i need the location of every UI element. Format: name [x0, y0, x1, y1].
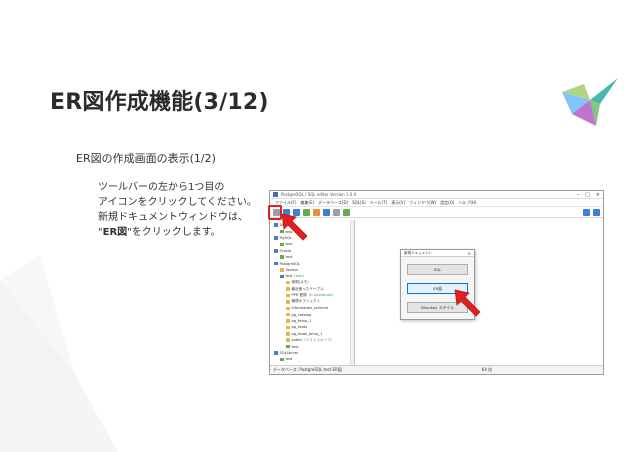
toolbar [270, 207, 603, 218]
tree-item-label: test [285, 274, 293, 279]
instruction-line: 新規ドキュメントウィンドウは、 [98, 212, 248, 223]
tree-item-label: 最近使ったテーブル [291, 286, 324, 291]
pointer-arrow-icon [281, 213, 308, 241]
tree-item-label: test [285, 242, 293, 247]
tree-item-label: information_schema [291, 306, 329, 311]
tree-item-label: pg_toast [291, 325, 307, 330]
db-icon [280, 274, 284, 279]
folder-icon [286, 280, 290, 285]
db-icon [274, 261, 278, 266]
instruction-tail: "をクリックします。 [127, 227, 221, 238]
section-subtitle: ER図の作成画面の表示(1/2) [76, 152, 216, 165]
brand-logo [562, 78, 618, 126]
tree-item-label: PPR 登録 [291, 292, 307, 297]
folder-icon [280, 268, 284, 272]
dialog-titlebar: 新規ドキュメント × [401, 250, 474, 257]
table-icon [286, 344, 290, 349]
db-icon [274, 249, 278, 253]
menu-database[interactable]: データベース(D) [318, 200, 348, 206]
db-icon [274, 351, 278, 355]
er-diagram-label: ER図 [102, 227, 128, 238]
tree-item-label: test [291, 344, 299, 349]
table-icon [280, 242, 284, 247]
menu-tools[interactable]: ツール(T) [370, 200, 388, 206]
tree-item-label: 管理オブジェクト [291, 299, 321, 304]
table-icon [280, 357, 284, 362]
menu-window[interactable]: ウィンドウ(W) [409, 200, 436, 206]
tree-item-label: pg_toast_temp_1 [291, 331, 323, 336]
tree-item-label: PostgreSQL [279, 261, 301, 266]
pointer-arrow-icon [454, 289, 481, 317]
window-titlebar: PostgreSQL / SQL editor Version 1.0.0 – … [270, 191, 603, 199]
menu-edit[interactable]: 編集(E) [300, 200, 314, 206]
watermark-shape [0, 255, 118, 452]
menu-sql[interactable]: SQL(S) [352, 200, 366, 205]
db-icon [274, 223, 278, 227]
menu-view[interactable]: 表示(V) [391, 200, 405, 206]
menu-help[interactable]: ヘルプ(H) [458, 200, 476, 206]
folder-icon [286, 325, 290, 330]
tree-item-label: pg_temp_1 [291, 319, 312, 324]
tree-item-label: Oracle [279, 248, 292, 253]
tree-item-note: (tl-ppsqlsutw) [308, 293, 334, 298]
dialog-close-icon[interactable]: × [468, 251, 471, 256]
folder-icon [286, 287, 290, 291]
table-icon [280, 255, 284, 259]
disconnect-icon[interactable] [333, 208, 340, 216]
instruction-text: ツールバーの左から1つ目の アイコンをクリックしてください。 新規ドキュメントウ… [98, 180, 257, 240]
page-title: ER図作成機能(3/12) [50, 90, 269, 115]
close-icon[interactable]: × [596, 192, 600, 198]
minimize-icon[interactable]: – [577, 192, 580, 198]
app-icon [273, 192, 278, 197]
stop-icon[interactable] [313, 208, 320, 216]
folder-icon [286, 293, 290, 298]
tree-item-note: (test) [294, 274, 305, 279]
tree-item-label: public [291, 338, 303, 343]
tree-item-label: pg_catalog [291, 312, 312, 317]
refresh-icon[interactable] [343, 208, 350, 216]
folder-icon [286, 300, 290, 304]
menu-settings[interactable]: 設定(O) [440, 200, 454, 206]
tree-item-label: SQLServer [279, 351, 299, 355]
tree-item-label: 参照(メモ) [291, 280, 309, 285]
instruction-line: アイコンをクリックしてください。 [98, 197, 257, 208]
db-icon [274, 236, 278, 240]
status-bar: データベース: PostgreSQL test ER図 64 倍 [270, 365, 603, 374]
folder-icon [286, 338, 290, 342]
tree-scrollbar[interactable] [350, 220, 354, 366]
instruction-line: ツールバーの左から1つ目の [98, 182, 225, 193]
connect-icon[interactable] [323, 208, 330, 216]
sql-button[interactable]: SQL [407, 264, 468, 275]
status-connection: データベース: PostgreSQL test ER図 [273, 367, 342, 372]
tree-item-label: test [285, 255, 293, 260]
tree-item[interactable]: test [274, 356, 354, 362]
maximize-icon[interactable]: □ [585, 192, 590, 198]
folder-icon [286, 306, 290, 311]
dialog-title: 新規ドキュメント [404, 250, 432, 255]
settings-icon[interactable] [583, 208, 590, 216]
instruction-line: "ER図"をクリックします。 [98, 225, 257, 240]
help-icon[interactable] [593, 208, 600, 216]
menu-bar: ファイル(F) 編集(E) データベース(D) SQL(S) ツール(T) 表示… [270, 199, 603, 207]
slide: ER図作成機能(3/12) ER図の作成画面の表示(1/2) ツールバーの左から… [0, 0, 638, 452]
tree-item-note: (テストスキーマ) [304, 337, 333, 342]
app-window: PostgreSQL / SQL editor Version 1.0.0 – … [269, 190, 604, 375]
folder-icon [286, 312, 290, 317]
tree-item-label: test [285, 357, 293, 362]
tree-item-label: Vendor [285, 267, 299, 272]
window-title: PostgreSQL / SQL editor Version 1.0.0 [281, 192, 357, 197]
status-zoom: 64 倍 [481, 367, 493, 372]
toolbar-right-group [583, 208, 600, 216]
folder-icon [286, 319, 290, 323]
folder-icon [286, 332, 290, 336]
window-controls: – □ × [577, 192, 600, 198]
